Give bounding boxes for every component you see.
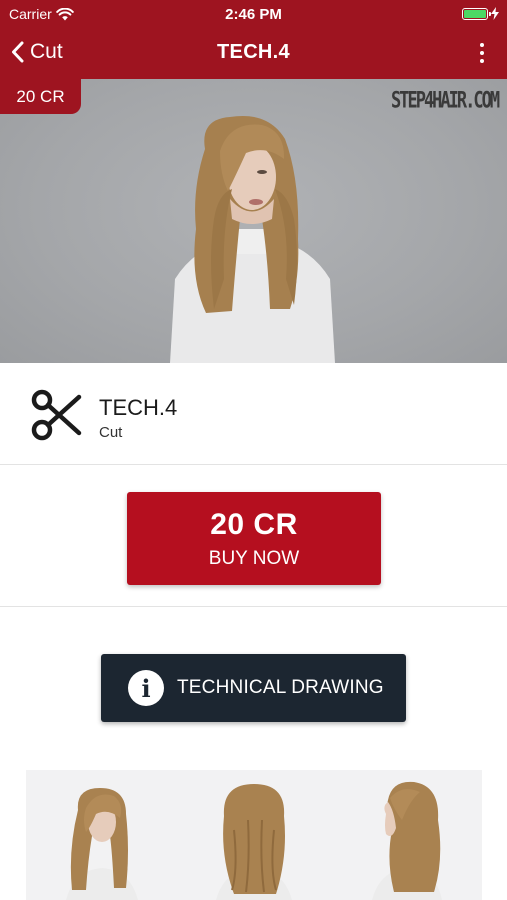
status-time: 2:46 PM: [225, 6, 282, 23]
product-info: TECH.4 Cut: [0, 363, 507, 465]
app-header: Carrier 2:46 PM Cut TECH.4: [0, 0, 507, 79]
more-menu-button[interactable]: [471, 40, 493, 66]
status-bar: Carrier 2:46 PM: [0, 0, 507, 28]
brand-logo: STEP4HAIR.COM: [391, 88, 500, 114]
technical-drawing-label: TECHNICAL DRAWING: [177, 677, 384, 698]
product-category: Cut: [99, 424, 123, 441]
gallery-thumb-front[interactable]: [26, 770, 178, 900]
charging-icon: [491, 7, 499, 20]
info-icon: i: [128, 670, 164, 706]
battery-icon: [462, 7, 491, 20]
navigation-bar: Cut TECH.4: [0, 28, 507, 79]
price-badge: 20 CR: [0, 79, 81, 114]
page-title: TECH.4: [217, 41, 290, 63]
product-title: TECH.4: [99, 395, 178, 420]
battery-indicator: [462, 7, 499, 20]
scissors-icon: [31, 389, 82, 441]
hero-image: 20 CR STEP4HAIR.COM: [0, 79, 507, 363]
technical-drawing-button[interactable]: i TECHNICAL DRAWING: [101, 654, 406, 722]
mannequin-front-image: [170, 115, 335, 363]
more-vertical-icon: [480, 43, 484, 47]
image-gallery: [26, 770, 482, 900]
buy-now-button[interactable]: 20 CR BUY NOW: [127, 492, 381, 585]
buy-section: 20 CR BUY NOW: [0, 465, 507, 607]
back-button-label: Cut: [30, 40, 63, 63]
gallery-thumb-back[interactable]: [178, 770, 330, 900]
back-button[interactable]: Cut: [11, 37, 63, 67]
battery-level: [464, 9, 486, 18]
chevron-left-icon: [12, 41, 24, 63]
buy-label: BUY NOW: [208, 548, 300, 569]
gallery-thumb-side[interactable]: [330, 770, 482, 900]
buy-price: 20 CR: [210, 508, 298, 541]
